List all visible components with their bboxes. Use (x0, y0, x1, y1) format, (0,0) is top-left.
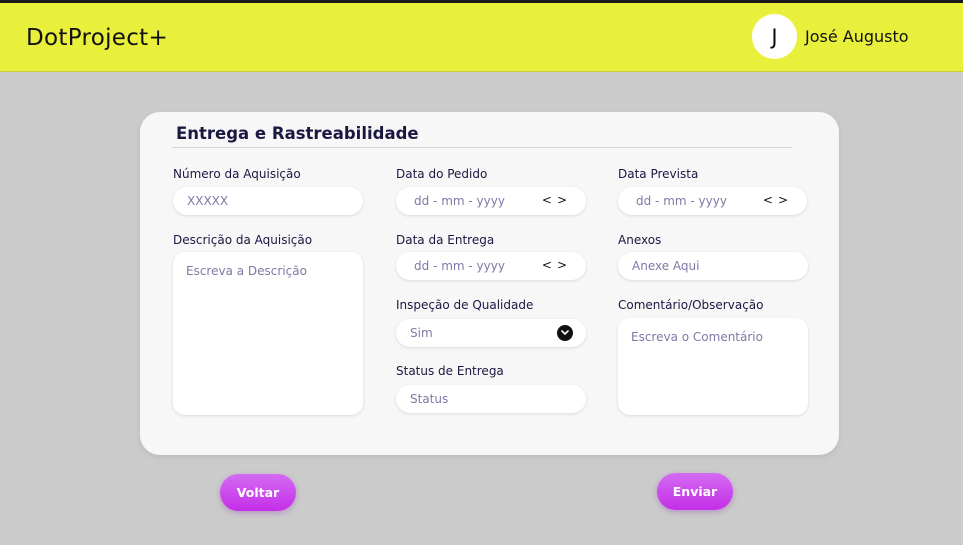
inspecao-select[interactable]: Sim (396, 319, 586, 347)
data-entrega-placeholder: dd - mm - yyyy (414, 259, 505, 273)
user-name[interactable]: José Augusto (805, 27, 909, 46)
submit-button[interactable]: Enviar (657, 473, 733, 510)
data-pedido-label: Data do Pedido (396, 167, 488, 181)
anexos-input[interactable]: Anexe Aqui (618, 252, 808, 280)
numero-input[interactable]: XXXXX (173, 187, 363, 215)
top-bar: DotProject+ J José Augusto (0, 0, 963, 72)
data-pedido-placeholder: dd - mm - yyyy (414, 194, 505, 208)
next-arrow-icon[interactable]: > (557, 258, 572, 272)
data-entrega-stepper[interactable]: <> (542, 258, 572, 272)
comentario-placeholder: Escreva o Comentário (631, 330, 763, 344)
prev-arrow-icon[interactable]: < (542, 193, 557, 207)
inspecao-value: Sim (410, 326, 433, 340)
next-arrow-icon[interactable]: > (778, 193, 793, 207)
data-prevista-placeholder: dd - mm - yyyy (636, 194, 727, 208)
data-entrega-label: Data da Entrega (396, 233, 495, 247)
descricao-label: Descrição da Aquisição (173, 233, 313, 247)
data-pedido-input[interactable]: dd - mm - yyyy <> (396, 187, 586, 215)
title-divider (172, 147, 792, 148)
prev-arrow-icon[interactable]: < (763, 193, 778, 207)
descricao-placeholder: Escreva a Descrição (186, 264, 307, 278)
anexos-label: Anexos (618, 233, 662, 247)
data-prevista-label: Data Prevista (618, 167, 699, 181)
user-avatar[interactable]: J (752, 14, 797, 59)
back-button[interactable]: Voltar (220, 474, 296, 511)
chevron-down-icon[interactable] (557, 325, 573, 341)
data-prevista-input[interactable]: dd - mm - yyyy <> (618, 187, 807, 215)
status-label: Status de Entrega (396, 364, 504, 378)
form-title: Entrega e Rastreabilidade (176, 124, 419, 143)
next-arrow-icon[interactable]: > (557, 193, 572, 207)
prev-arrow-icon[interactable]: < (542, 258, 557, 272)
delivery-form-card: Entrega e Rastreabilidade Número da Aqui… (140, 112, 839, 455)
data-pedido-stepper[interactable]: <> (542, 193, 572, 207)
numero-label: Número da Aquisição (173, 167, 301, 181)
comentario-label: Comentário/Observação (618, 298, 764, 312)
status-input[interactable]: Status (396, 385, 586, 413)
anexos-placeholder: Anexe Aqui (632, 259, 700, 273)
app-brand[interactable]: DotProject+ (26, 25, 168, 51)
status-placeholder: Status (410, 392, 449, 406)
data-prevista-stepper[interactable]: <> (763, 193, 793, 207)
inspecao-label: Inspeção de Qualidade (396, 298, 534, 312)
comentario-textarea[interactable]: Escreva o Comentário (618, 318, 808, 415)
numero-placeholder: XXXXX (187, 194, 229, 208)
data-entrega-input[interactable]: dd - mm - yyyy <> (396, 252, 586, 280)
descricao-textarea[interactable]: Escreva a Descrição (173, 252, 363, 415)
